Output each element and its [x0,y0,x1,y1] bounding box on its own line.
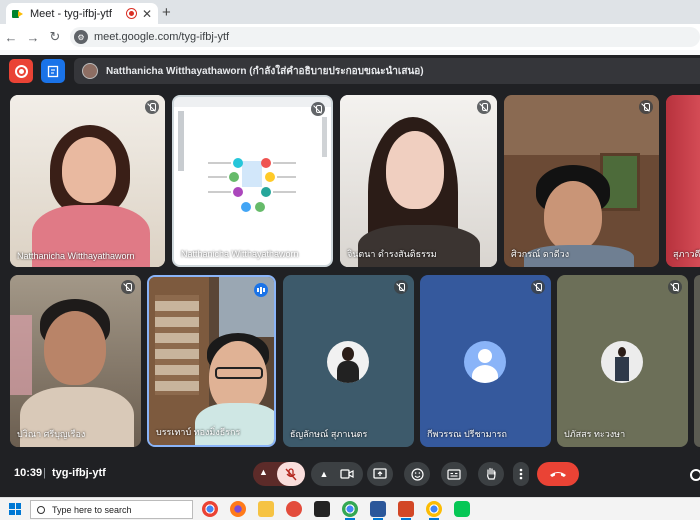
present-screen-button[interactable] [367,462,393,486]
raise-hand-button[interactable] [478,462,504,486]
meet-header: Natthanicha Witthayathaworn (กำลังใส่คำอ… [0,55,700,87]
recording-indicator-icon [126,9,136,18]
participant-name: ปภัสสร ทะวงษา [564,429,626,439]
participant-tile-partial[interactable] [694,275,700,447]
captions-icon [447,468,461,480]
mic-off-icon [668,280,682,294]
mic-off-icon [285,467,297,480]
presenter-avatar [82,63,98,79]
participant-tile[interactable]: ปภัสสร ทะวงษา [557,275,688,447]
browser-tab[interactable]: Meet - tyg-ifbj-ytf ✕ [6,3,158,24]
participant-tile[interactable]: จินตนา ดำรงสันติธรรม [340,95,497,267]
participant-tile[interactable]: สุภาวดี [666,95,700,267]
browser-nav-bar: ← → ↻ ⚙ meet.google.com/tyg-ifbj-ytf [0,24,700,50]
mic-off-icon [145,100,159,114]
chrome-icon[interactable] [202,501,218,517]
meeting-info-icon[interactable] [690,469,700,481]
file-explorer-icon[interactable] [258,501,274,517]
back-arrow-icon[interactable]: ← [0,30,22,45]
participant-name: จินตนา ดำรงสันติธรรม [347,249,437,259]
slide-diagram [204,147,299,227]
captions-button[interactable] [441,462,467,486]
windows-taskbar: Type here to search [0,497,700,520]
forward-arrow-icon[interactable]: → [22,30,44,45]
more-vert-icon [519,468,523,480]
new-tab-button[interactable]: + [162,4,171,21]
participant-tile[interactable]: ศิวกรณ์ ดาดีวง [504,95,659,267]
participant-name: Natthanicha Witthayathaworn [17,251,135,261]
site-info-icon[interactable]: ⚙ [74,30,88,44]
leave-call-button[interactable] [537,462,579,486]
presenter-banner[interactable]: Natthanicha Witthayathaworn (กำลังใส่คำอ… [74,58,700,84]
participant-name: กีพวรรณ ปรีชามารถ [427,429,507,439]
mic-off-icon [311,102,325,116]
powerpoint-icon[interactable] [398,501,414,520]
mic-off-icon [639,100,653,114]
terminal-icon[interactable] [314,501,330,517]
participant-tile[interactable]: Natthanicha Witthayathaworn [10,95,165,267]
participant-tile[interactable]: ปวิณา ศรีบุญเรือง [10,275,141,447]
raise-hand-icon [487,467,496,480]
mic-off-icon [121,280,135,294]
mic-off-icon [394,280,408,294]
participant-tile-active-speaker[interactable]: บรรเทาบ์ ทองมิ่งธีรกร [147,275,276,447]
recording-button[interactable] [9,59,33,83]
participant-avatar [601,341,643,383]
browser-tab-bar: Meet - tyg-ifbj-ytf ✕ + [0,0,700,24]
word-icon[interactable] [370,501,386,520]
mic-options-chevron-icon[interactable]: ▲ [259,467,268,477]
windows-start-icon[interactable] [9,503,21,515]
reload-icon[interactable]: ↻ [44,29,66,45]
participant-name: Natthanicha Witthayathaworn [181,249,299,259]
participant-name: สุภาวดี [673,249,700,259]
participant-name: ปวิณา ศรีบุญเรือง [17,429,86,439]
record-icon [14,64,28,78]
present-screen-icon [373,468,387,479]
participant-name: บรรเทาบ์ ทองมิ่งธีรกร [156,427,241,437]
mic-off-icon [531,280,545,294]
search-placeholder: Type here to search [52,504,132,515]
address-bar[interactable]: ⚙ meet.google.com/tyg-ifbj-ytf [70,27,700,47]
firefox-icon[interactable] [230,501,246,517]
chrome-profile-icon[interactable] [426,501,442,520]
speaking-indicator-icon [254,283,268,297]
mic-control-group: ▲ [253,462,305,486]
participant-tile[interactable]: ธัญลักษณ์ สุภาเนตร [283,275,414,447]
chrome-window-icon[interactable] [342,501,358,520]
meeting-code: tyg-ifbj-ytf [52,467,106,479]
tab-title: Meet - tyg-ifbj-ytf [30,7,112,20]
notes-edit-icon [47,65,58,77]
end-call-icon [550,472,566,477]
mic-off-icon [477,100,491,114]
meet-favicon-icon [12,9,24,19]
more-options-button[interactable] [513,462,529,486]
meet-control-bar: 10:39 | tyg-ifbj-ytf ▲ ▲ [0,453,700,495]
camera-options-chevron-icon[interactable]: ▲ [320,469,329,479]
camera-icon[interactable] [340,469,355,479]
default-avatar-icon [464,341,506,383]
presenter-text: Natthanicha Witthayathaworn (กำลังใส่คำอ… [106,65,424,77]
participant-avatar [327,341,369,383]
close-tab-button[interactable]: ✕ [142,7,152,21]
url-text[interactable]: meet.google.com/tyg-ifbj-ytf [94,31,229,43]
app-icon[interactable] [286,501,302,517]
presentation-tile[interactable]: Natthanicha Witthayathaworn [172,95,333,267]
take-notes-button[interactable] [41,59,65,83]
camera-control-group: ▲ [311,462,363,486]
toggle-mic-button[interactable] [277,462,305,486]
participant-name: ศิวกรณ์ ดาดีวง [511,249,570,259]
taskbar-search-box[interactable]: Type here to search [30,500,193,519]
participant-name: ธัญลักษณ์ สุภาเนตร [290,429,368,439]
line-icon[interactable] [454,501,470,517]
reactions-button[interactable] [404,462,430,486]
participant-tile[interactable]: กีพวรรณ ปรีชามารถ [420,275,551,447]
meeting-time: 10:39 [14,467,43,479]
emoji-icon [410,467,424,481]
separator: | [43,467,46,479]
search-icon [37,505,45,514]
